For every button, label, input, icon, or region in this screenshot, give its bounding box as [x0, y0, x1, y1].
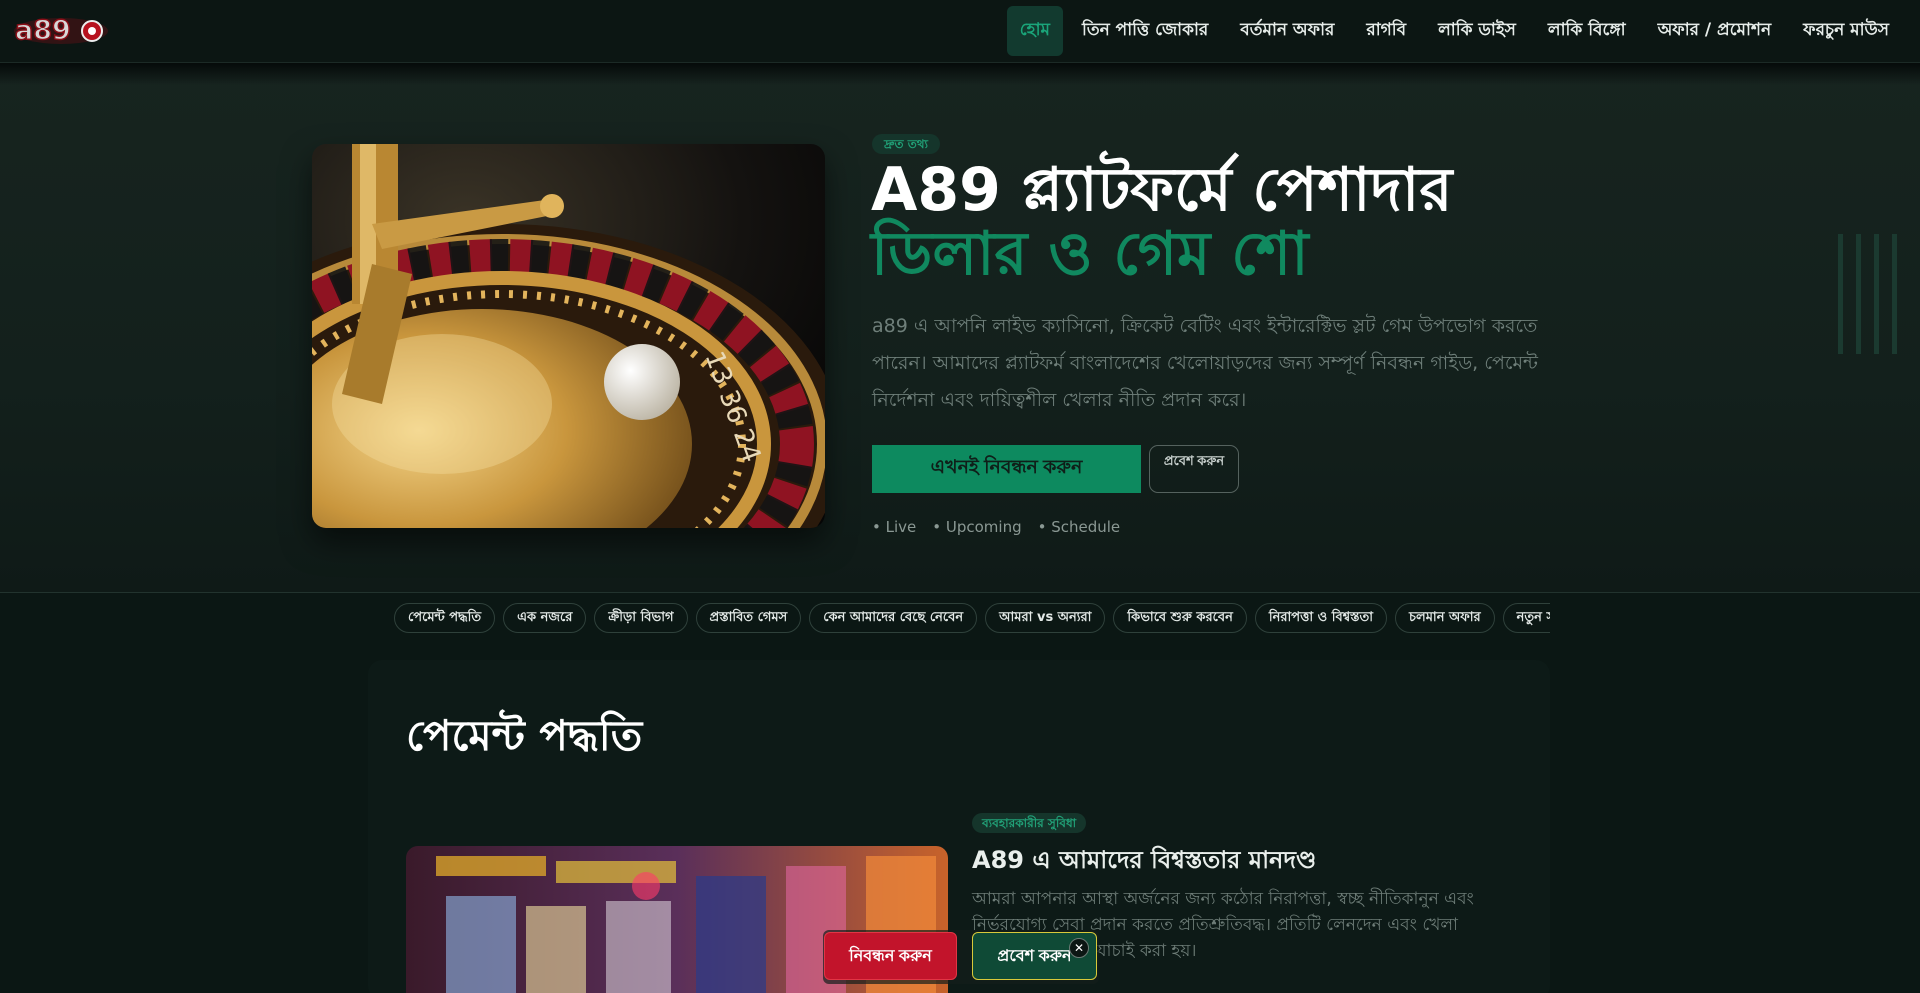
nav-item-lucky-bingo[interactable]: লাকি বিঙ্গো: [1535, 6, 1639, 56]
top-navbar: a89 হোম তিন পাত্তি জোকার বর্তমান অফার রা…: [0, 0, 1920, 63]
logo-icon: a89: [14, 14, 108, 46]
hero-title-line1: A89 প্ল্যাটফর্মে পেশাদার: [871, 155, 1453, 225]
status-links: • Live • Upcoming • Schedule: [872, 518, 1120, 536]
chip-at-a-glance[interactable]: এক নজরে: [503, 603, 587, 633]
chip-why-choose-us[interactable]: কেন আমাদের বেছে নেবেন: [809, 603, 978, 633]
nav-item-current-offer[interactable]: বর্তমান অফার: [1227, 6, 1347, 56]
chip-new-members[interactable]: নতুন সদ: [1502, 603, 1550, 633]
chip-security-trust[interactable]: নিরাপত্তা ও বিশ্বস্ততা: [1254, 603, 1388, 633]
chip-payment-methods[interactable]: পেমেন্ট পদ্ধতি: [394, 603, 496, 633]
status-live[interactable]: • Live: [872, 518, 916, 536]
status-schedule[interactable]: • Schedule: [1038, 518, 1121, 536]
close-icon[interactable]: ✕: [1069, 938, 1089, 958]
login-button[interactable]: প্রবেশ করুন: [1149, 445, 1239, 493]
nav-item-home[interactable]: হোম: [1006, 6, 1063, 56]
header-shadow: [0, 63, 1920, 85]
chip-us-vs-others[interactable]: আমরা vs অন্যরা: [985, 603, 1106, 633]
nav-item-rugby[interactable]: রাগবি: [1353, 6, 1419, 56]
hero-badge: দ্রুত তথ্য: [872, 134, 940, 154]
section-subtitle: A89 এ আমাদের বিশ্বস্ততার মানদণ্ড: [972, 846, 1317, 874]
decorative-bars: [1838, 234, 1898, 354]
roulette-image: 13 36 24: [312, 144, 825, 528]
hero-title: A89 প্ল্যাটফর্মে পেশাদার ডিলার ও গেম শো: [871, 158, 1591, 286]
main-nav: হোম তিন পাত্তি জোকার বর্তমান অফার রাগবি …: [1006, 6, 1902, 56]
sticky-register-button[interactable]: নিবন্ধন করুন: [824, 932, 957, 980]
chip-sports-section[interactable]: ক্রীড়া বিভাগ: [594, 603, 688, 633]
nav-item-fortune-mouse[interactable]: ফরচুন মাউস: [1790, 6, 1902, 56]
hero-title-line2: ডিলার ও গেম শো: [871, 219, 1309, 289]
nav-item-lucky-dice[interactable]: লাকি ডাইস: [1425, 6, 1529, 56]
chip-recommended-games[interactable]: প্রস্তাবিত গেমস: [695, 603, 802, 633]
site-logo[interactable]: a89: [12, 14, 110, 46]
hero-description: a89 এ আপনি লাইভ ক্যাসিনো, ক্রিকেট বেটিং …: [872, 315, 1538, 411]
status-upcoming[interactable]: • Upcoming: [932, 518, 1021, 536]
svg-text:a89: a89: [15, 15, 71, 46]
register-now-button[interactable]: এখনই নিবন্ধন করুন: [872, 445, 1141, 493]
nav-item-offers-promotion[interactable]: অফার / প্রমোশন: [1645, 6, 1785, 56]
section-chip-nav: পেমেন্ট পদ্ধতি এক নজরে ক্রীড়া বিভাগ প্র…: [394, 603, 1550, 633]
chip-ongoing-offers[interactable]: চলমান অফার: [1395, 603, 1495, 633]
chip-how-to-start[interactable]: কিভাবে শুরু করবেন: [1113, 603, 1247, 633]
nav-item-teen-patti-joker[interactable]: তিন পাত্তি জোকার: [1069, 6, 1221, 56]
section-title: পেমেন্ট পদ্ধতি: [406, 711, 643, 760]
section-badge: ব্যবহারকারীর সুবিধা: [972, 813, 1087, 833]
